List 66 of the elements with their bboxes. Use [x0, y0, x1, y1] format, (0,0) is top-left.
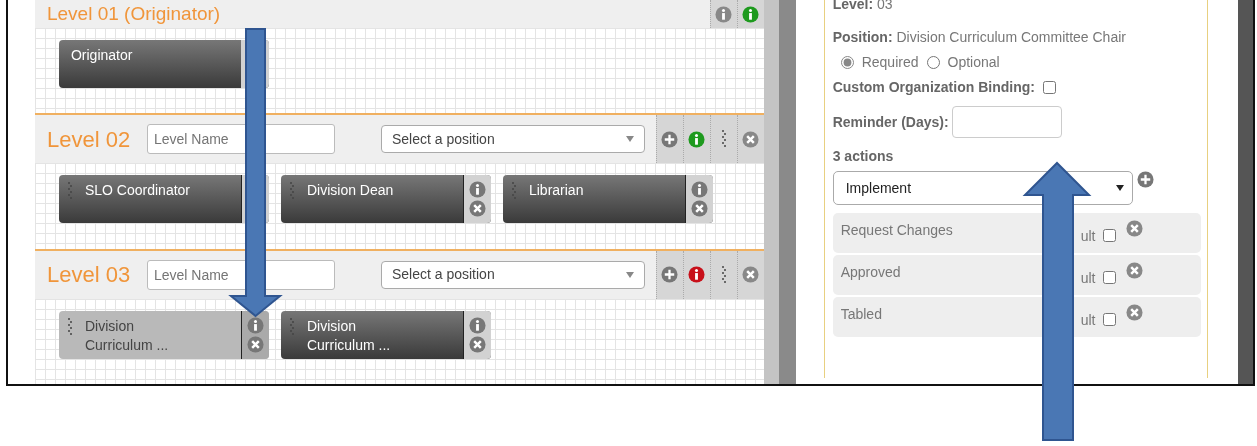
- level-title: Level 03: [45, 261, 132, 290]
- info-icon[interactable]: [742, 5, 760, 23]
- default-label: ult: [1080, 269, 1096, 288]
- binding-checkbox[interactable]: [1042, 81, 1056, 94]
- caret-icon: [625, 271, 634, 278]
- close-icon[interactable]: [742, 266, 760, 284]
- add-icon[interactable]: [1136, 171, 1154, 188]
- drag-handle-icon[interactable]: [288, 316, 295, 337]
- position-card[interactable]: Division Dean: [280, 175, 491, 224]
- position-label: Division Curriculum ...: [84, 316, 170, 353]
- close-icon[interactable]: [742, 130, 760, 148]
- caret-icon: [1115, 185, 1124, 191]
- close-icon[interactable]: [690, 200, 708, 218]
- position-label: Division Curriculum ...: [306, 316, 392, 353]
- remove-icon[interactable]: [1126, 220, 1144, 237]
- position-info: Position: Division Curriculum Committee Chair: [832, 28, 1127, 47]
- close-icon[interactable]: [468, 335, 486, 353]
- info-icon[interactable]: [688, 130, 706, 148]
- info-icon[interactable]: [690, 181, 708, 199]
- position-label: Originator: [70, 46, 133, 65]
- close-icon[interactable]: [468, 200, 486, 218]
- add-icon[interactable]: [661, 266, 679, 284]
- close-icon[interactable]: [246, 335, 264, 353]
- position-label: Librarian: [528, 181, 585, 201]
- radio-button[interactable]: [840, 56, 854, 69]
- position-card[interactable]: Librarian: [502, 175, 713, 224]
- position-select[interactable]: Select a position: [380, 260, 645, 289]
- info-icon[interactable]: [715, 5, 733, 23]
- remove-icon[interactable]: [1126, 304, 1144, 321]
- action-label: Tabled: [840, 305, 883, 324]
- position-select[interactable]: Select a position: [380, 125, 645, 154]
- default-label: ult: [1080, 227, 1096, 246]
- remove-icon[interactable]: [1126, 262, 1144, 279]
- position-card[interactable]: Originator: [58, 40, 269, 88]
- action-label: Request Changes: [840, 221, 954, 240]
- default-label: ult: [1080, 311, 1096, 330]
- info-icon[interactable]: [468, 316, 486, 334]
- default-checkbox[interactable]: [1103, 313, 1117, 326]
- radio-label: Required: [861, 53, 919, 72]
- position-card[interactable]: SLO Coordinator: [58, 175, 269, 224]
- position-label: Division Dean: [306, 181, 395, 201]
- binding-label: Custom Organization Binding:: [832, 78, 1035, 97]
- level-title: Level 01 (Originator): [45, 1, 221, 26]
- reminder-field[interactable]: [951, 106, 1062, 138]
- action-label: Approved: [840, 263, 902, 282]
- info-icon[interactable]: [688, 266, 706, 284]
- radio-label: Optional: [947, 53, 1000, 72]
- default-checkbox[interactable]: [1103, 271, 1117, 284]
- level-title: Level 02: [45, 125, 132, 154]
- drag-handle-icon[interactable]: [720, 129, 727, 150]
- drag-handle-icon[interactable]: [510, 181, 517, 202]
- info-icon[interactable]: [468, 181, 486, 199]
- add-icon[interactable]: [661, 130, 679, 148]
- position-card[interactable]: Division Curriculum ...: [280, 310, 491, 359]
- actions-heading: 3 actions: [832, 147, 895, 166]
- position-label: SLO Coordinator: [84, 181, 191, 201]
- radio-button[interactable]: [926, 56, 940, 69]
- position-card[interactable]: Division Curriculum ...: [58, 310, 269, 359]
- drag-handle-icon[interactable]: [66, 181, 73, 202]
- caret-icon: [625, 136, 634, 143]
- info-icon[interactable]: [246, 316, 264, 334]
- drag-handle-icon[interactable]: [720, 264, 727, 285]
- drag-handle-icon[interactable]: [288, 181, 295, 202]
- default-checkbox[interactable]: [1103, 229, 1117, 242]
- drag-handle-icon[interactable]: [66, 316, 73, 337]
- reminder-label: Reminder (Days):: [832, 112, 949, 132]
